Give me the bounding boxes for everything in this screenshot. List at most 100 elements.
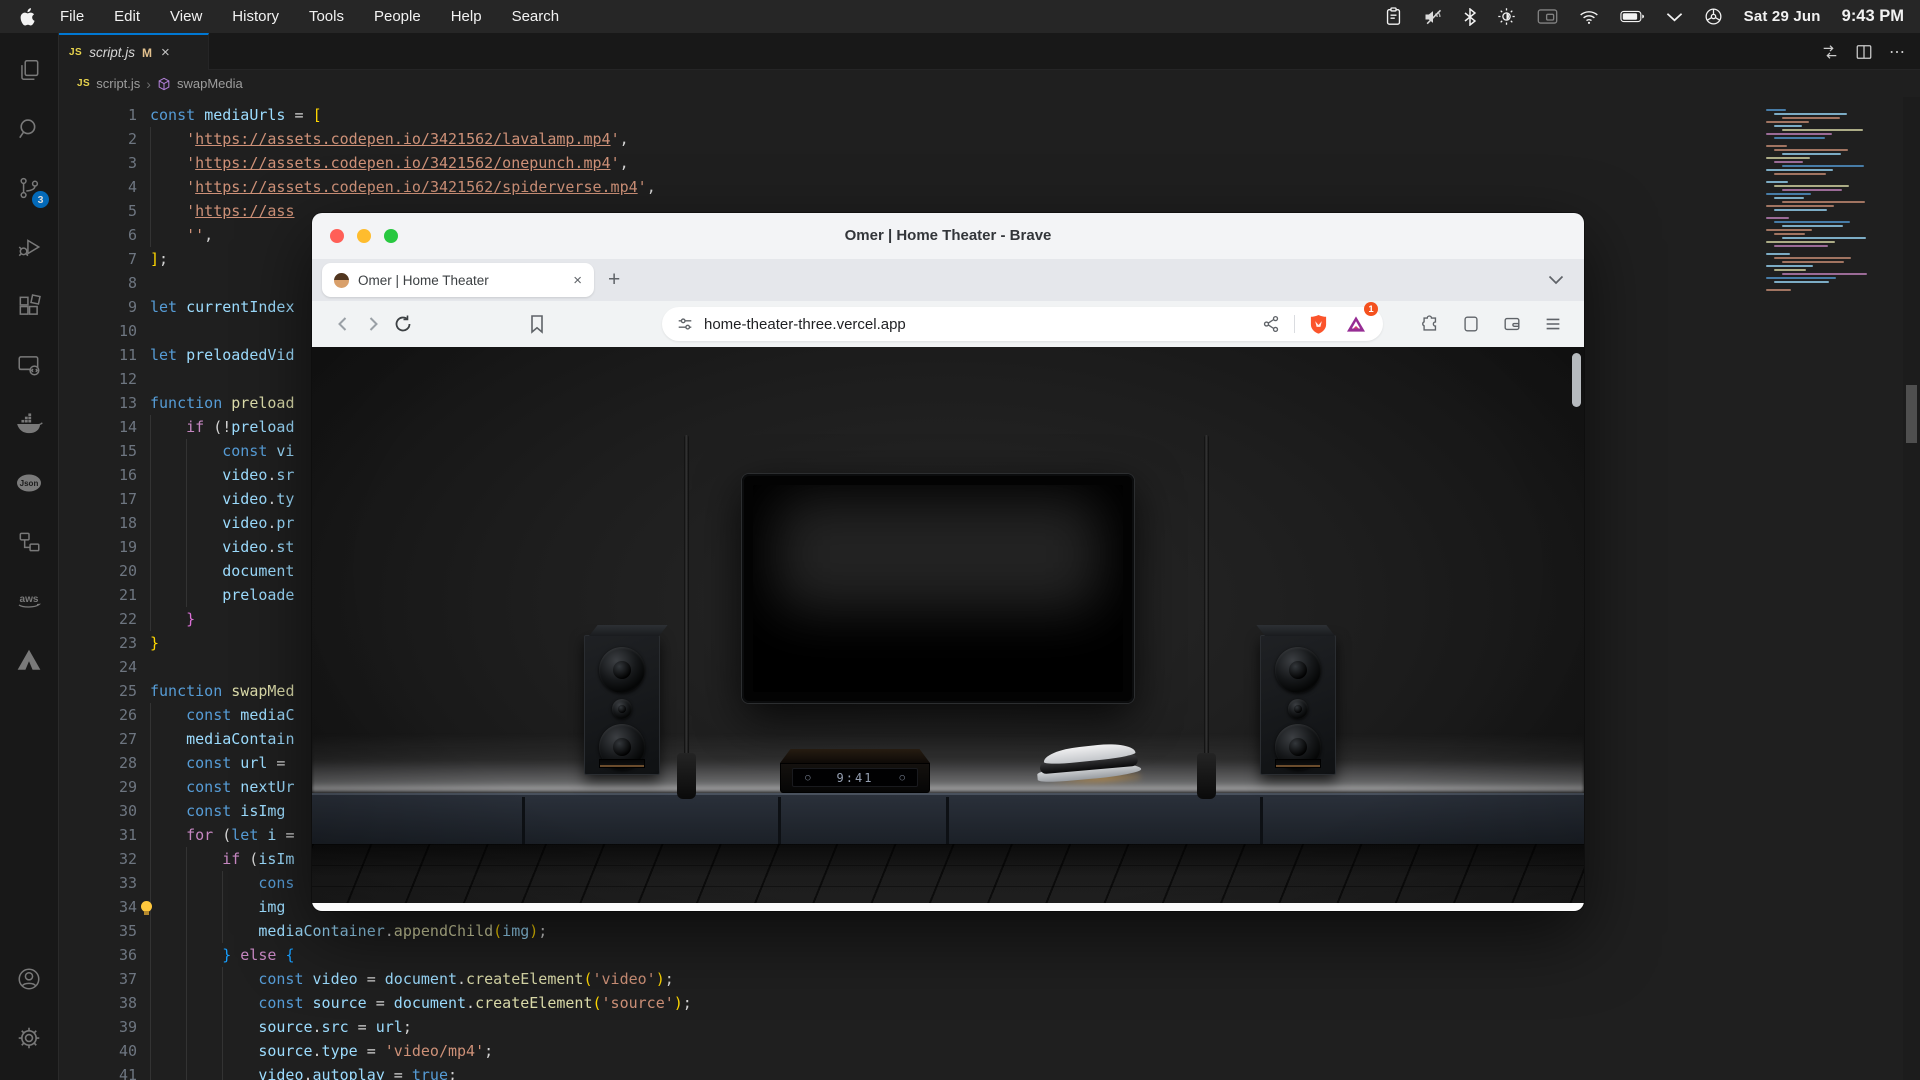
- menu-tools[interactable]: Tools: [294, 0, 359, 33]
- flowchart-tool-icon[interactable]: [5, 517, 53, 566]
- extensions-puzzle-icon[interactable]: [1415, 309, 1445, 339]
- tab-close-icon[interactable]: ×: [573, 272, 582, 289]
- lightbulb-icon[interactable]: [141, 901, 152, 912]
- line-number: 12: [59, 367, 137, 391]
- breadcrumb-symbol[interactable]: swapMedia: [177, 76, 243, 91]
- browser-tab[interactable]: Omer | Home Theater ×: [322, 263, 594, 297]
- console-top-face: [780, 749, 930, 763]
- breadcrumb-separator: ›: [146, 76, 151, 92]
- minimap[interactable]: [1766, 109, 1882, 293]
- editor-scrollbar-thumb[interactable]: [1906, 385, 1917, 443]
- menu-hamburger-icon[interactable]: [1538, 309, 1568, 339]
- clipboard-icon[interactable]: [1385, 7, 1402, 26]
- reload-button[interactable]: [388, 309, 418, 339]
- minimap-line: [1766, 285, 1882, 287]
- back-button[interactable]: [328, 309, 358, 339]
- aws-icon[interactable]: aws: [5, 576, 53, 625]
- bookmark-icon[interactable]: [522, 309, 552, 339]
- search-icon[interactable]: [5, 104, 53, 153]
- minimize-window-button[interactable]: [357, 229, 371, 243]
- minimap-line: [1774, 209, 1827, 211]
- remote-explorer-icon[interactable]: [5, 340, 53, 389]
- editor-scrollbar[interactable]: [1903, 97, 1920, 1080]
- line-number: 34: [59, 895, 137, 919]
- line-number: 10: [59, 319, 137, 343]
- sound-muted-icon[interactable]: [1423, 8, 1443, 26]
- settings-gear-icon[interactable]: [5, 1013, 53, 1062]
- url-text[interactable]: home-theater-three.vercel.app: [704, 316, 1248, 333]
- forward-button[interactable]: [358, 309, 388, 339]
- control-wheel-icon[interactable]: [1704, 7, 1723, 26]
- line-number: 14: [59, 415, 137, 439]
- new-tab-button[interactable]: +: [608, 268, 620, 292]
- screen-mirror-icon[interactable]: [1537, 8, 1558, 25]
- run-debug-icon[interactable]: [5, 222, 53, 271]
- activity-bar: 3: [0, 33, 59, 1080]
- site-settings-icon[interactable]: [674, 309, 696, 339]
- breadcrumb-file[interactable]: script.js: [96, 76, 140, 91]
- wallet-icon[interactable]: [1497, 309, 1527, 339]
- menu-file[interactable]: File: [45, 0, 99, 33]
- tab-script-js[interactable]: JS script.js M ×: [59, 33, 209, 70]
- address-bar[interactable]: home-theater-three.vercel.app: [662, 307, 1383, 341]
- tab-search-chevron-icon[interactable]: [1548, 275, 1564, 285]
- window-bottom-edge: [312, 903, 1584, 911]
- json-tool-icon[interactable]: Json: [5, 458, 53, 507]
- console-indicator: ○: [899, 773, 904, 783]
- close-window-button[interactable]: [330, 229, 344, 243]
- page-scrollbar-thumb[interactable]: [1572, 353, 1581, 407]
- browser-title-bar[interactable]: Omer | Home Theater - Brave: [312, 213, 1584, 259]
- open-changes-icon[interactable]: [1821, 43, 1839, 61]
- bluetooth-icon[interactable]: [1464, 8, 1476, 26]
- menu-bar-clock[interactable]: 9:43 PM: [1842, 7, 1904, 26]
- docker-icon[interactable]: [5, 399, 53, 448]
- wifi-icon[interactable]: [1579, 9, 1599, 25]
- line-number: 16: [59, 463, 137, 487]
- share-icon[interactable]: [1256, 309, 1286, 339]
- minimap-line: [1774, 257, 1851, 259]
- code-line: 41 video.autoplay = true;: [59, 1063, 692, 1080]
- zoom-window-button[interactable]: [384, 229, 398, 243]
- menu-search[interactable]: Search: [497, 0, 575, 33]
- more-actions-icon[interactable]: ⋯: [1889, 42, 1906, 62]
- console-front: ○ 9:41 ○: [780, 763, 930, 793]
- tab-close-icon[interactable]: ×: [161, 44, 170, 61]
- line-number: 3: [59, 151, 137, 175]
- split-editor-icon[interactable]: [1855, 43, 1873, 61]
- line-number: 7: [59, 247, 137, 271]
- console-clock: 9:41: [837, 771, 874, 785]
- menu-edit[interactable]: Edit: [99, 0, 155, 33]
- browser-tab-title: Omer | Home Theater: [358, 273, 564, 288]
- wood-floor: [312, 844, 1584, 903]
- explorer-icon[interactable]: [5, 45, 53, 94]
- code-line: 2 'https://assets.codepen.io/3421562/lav…: [59, 127, 692, 151]
- breadcrumb[interactable]: JS script.js › swapMedia: [59, 70, 1920, 97]
- line-number: 29: [59, 775, 137, 799]
- code-line: 37 const video = document.createElement(…: [59, 967, 692, 991]
- menu-bar-date[interactable]: Sat 29 Jun: [1744, 8, 1821, 25]
- brightness-icon[interactable]: [1497, 7, 1516, 26]
- battery-icon[interactable]: [1620, 10, 1645, 23]
- menu-view[interactable]: View: [155, 0, 217, 33]
- line-number: 8: [59, 271, 137, 295]
- account-icon[interactable]: [5, 954, 53, 1003]
- extensions-icon[interactable]: [5, 281, 53, 330]
- sidebar-icon[interactable]: [1456, 309, 1486, 339]
- editor-tab-bar: JS script.js M ×: [59, 33, 1920, 70]
- menu-people[interactable]: People: [359, 0, 436, 33]
- menu-help[interactable]: Help: [436, 0, 497, 33]
- chevron-down-icon[interactable]: [1666, 12, 1683, 22]
- console-display: ○ 9:41 ○: [792, 768, 918, 787]
- apple-menu-icon[interactable]: [20, 8, 35, 26]
- minimap-line: [1782, 189, 1842, 191]
- minimap-line: [1766, 145, 1787, 147]
- rewards-badge: 1: [1364, 302, 1378, 316]
- minimap-line: [1782, 153, 1841, 155]
- astro-tool-icon[interactable]: [5, 635, 53, 684]
- menu-history[interactable]: History: [217, 0, 294, 33]
- source-control-icon[interactable]: 3: [5, 163, 53, 212]
- line-number: 1: [59, 103, 137, 127]
- left-speaker: [584, 635, 660, 775]
- brave-rewards-icon[interactable]: 1: [1341, 309, 1371, 339]
- brave-shield-icon[interactable]: [1303, 309, 1333, 339]
